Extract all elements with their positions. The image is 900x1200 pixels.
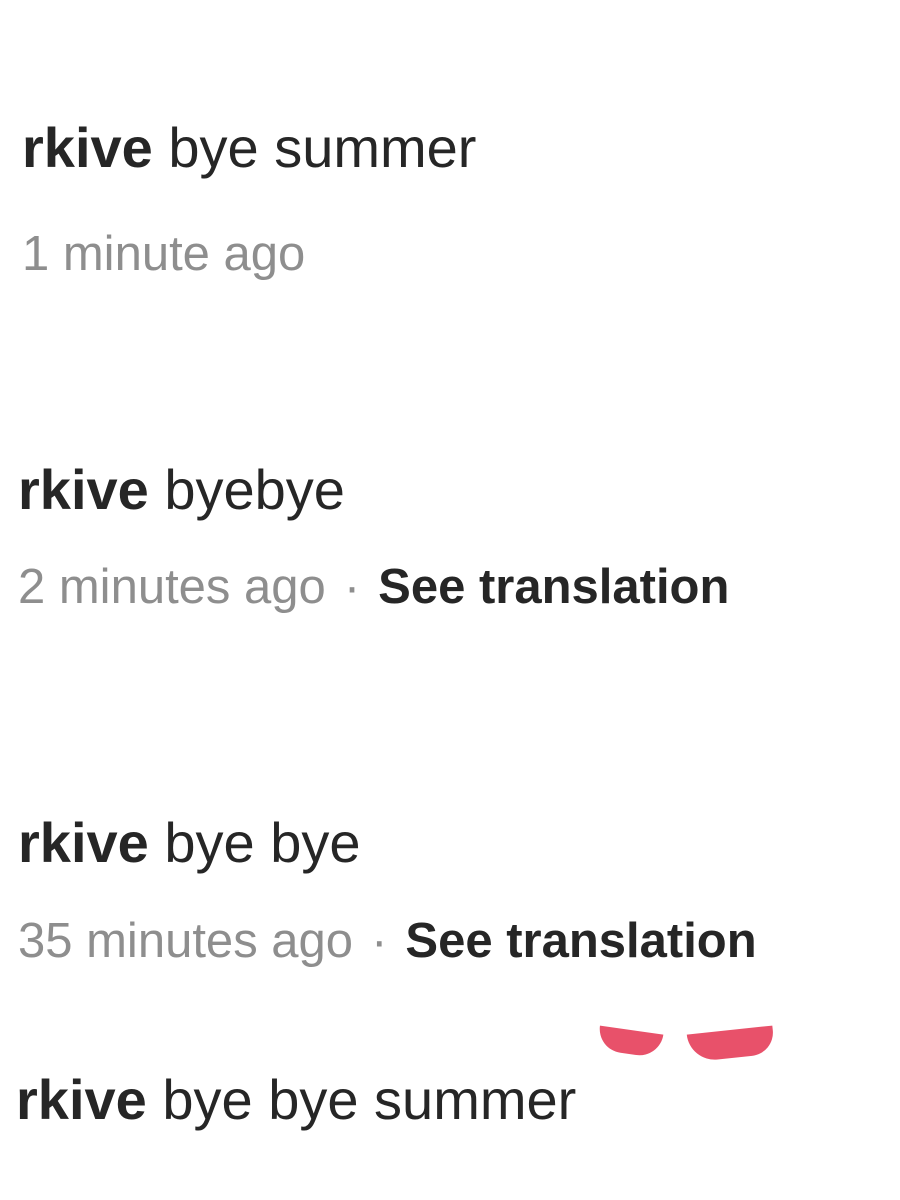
comment-username[interactable]: rkive	[22, 116, 153, 179]
separator-dot: ·	[343, 560, 361, 614]
comment-username[interactable]: rkive	[18, 458, 149, 521]
comment-4: rkive bye bye summer	[16, 1072, 576, 1128]
comment-3: rkive bye bye	[18, 815, 361, 871]
comment-text: bye bye	[164, 811, 361, 874]
comment-text: bye bye summer	[162, 1068, 577, 1131]
comment-timestamp: 1 minute ago	[22, 227, 306, 281]
comment-1-meta: 1 minute ago	[22, 230, 305, 279]
sticker-fragment-left	[596, 1025, 664, 1059]
comment-3-meta: 35 minutes ago · See translation	[18, 917, 757, 966]
separator-dot: ·	[371, 914, 388, 968]
comment-2: rkive byebye	[18, 462, 345, 518]
see-translation-link[interactable]: See translation	[378, 560, 729, 614]
comment-username[interactable]: rkive	[16, 1068, 147, 1131]
comment-2-meta: 2 minutes ago · See translation	[18, 563, 729, 612]
comment-text: byebye	[164, 458, 345, 521]
see-translation-link[interactable]: See translation	[405, 914, 756, 968]
comment-1: rkive bye summer	[22, 120, 476, 176]
sticker-fragment-right	[686, 1025, 776, 1063]
comment-text: bye summer	[168, 116, 477, 179]
comment-timestamp: 35 minutes ago	[18, 914, 354, 968]
comment-timestamp: 2 minutes ago	[18, 560, 326, 614]
comment-username[interactable]: rkive	[18, 811, 149, 874]
